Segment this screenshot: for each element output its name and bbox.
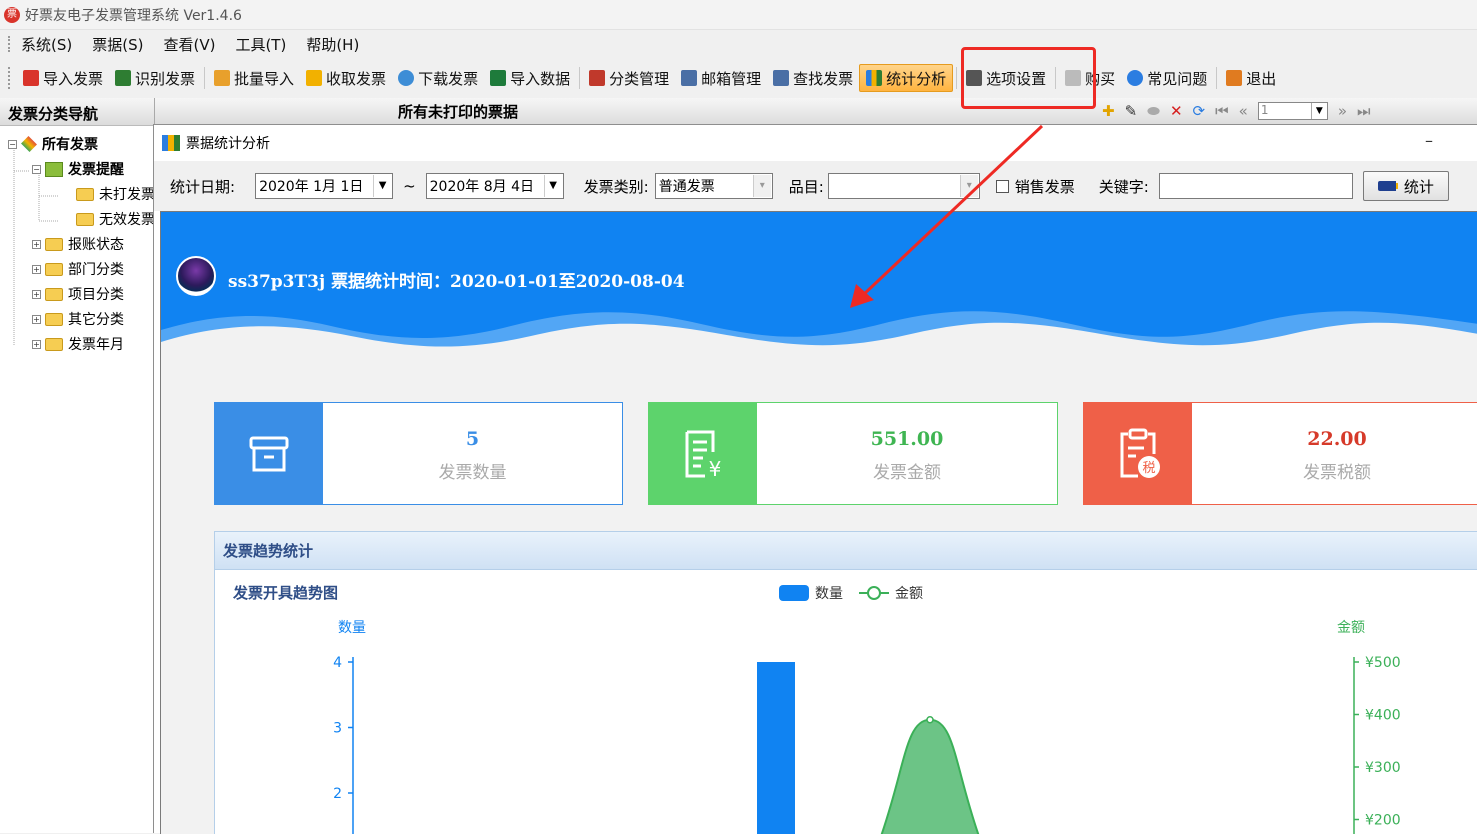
annotation-arrow [850,124,1044,308]
